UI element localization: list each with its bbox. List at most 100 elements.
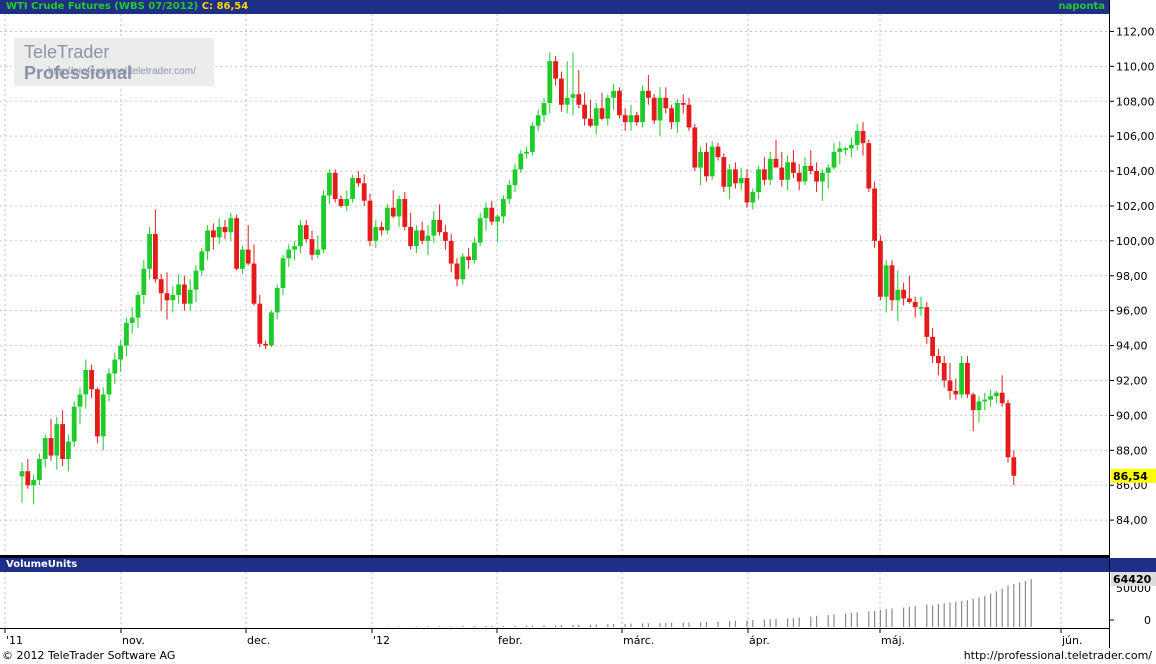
candle-body-149	[883, 265, 889, 297]
candle-body-167	[988, 396, 993, 400]
candle-body-12	[89, 370, 94, 390]
candle-body-88	[530, 125, 535, 152]
candle-body-92	[553, 61, 558, 79]
candle-body-154	[912, 301, 918, 308]
candle-body-128	[762, 169, 767, 180]
candle-body-59	[361, 183, 367, 201]
logo-brand: TeleTrader	[24, 42, 110, 62]
candle-body-135	[802, 165, 808, 182]
candle-body-136	[808, 165, 814, 172]
candle-body-101	[605, 97, 611, 119]
chart-title: WTI Crude Futures (WBS 07/2012) C: 86,54	[6, 1, 249, 12]
volume-tick-zero: 0	[1144, 614, 1151, 627]
x-tick-label-5: márc.	[623, 634, 654, 647]
candle-body-72	[437, 219, 442, 233]
candle-body-145	[860, 130, 866, 144]
candle-body-76	[460, 256, 466, 280]
y-axis: 84,00 86,00 88,00 90,00 92,00 94,00 96,00 98,00…	[1109, 0, 1156, 664]
candle-body-30	[193, 270, 199, 290]
y-tick-label-5: 94,00	[1116, 340, 1148, 353]
candle-body-147	[872, 188, 877, 241]
teletrader-logo: TeleTrader Professional http://professio…	[14, 38, 214, 86]
x-tick-label-0: '11	[6, 634, 23, 647]
interval-label[interactable]: naponta	[1058, 1, 1105, 12]
volume-title: VolumeUnits	[6, 559, 78, 570]
candle-body-32	[205, 230, 210, 252]
candle-body-138	[820, 172, 825, 182]
candle-body-144	[854, 130, 860, 145]
candle-body-54	[332, 172, 338, 199]
candle-body-99	[593, 108, 599, 126]
candle-body-150	[889, 265, 895, 301]
candle-body-129	[767, 158, 773, 180]
candle-body-0	[19, 471, 25, 477]
candle-body-157	[930, 336, 935, 357]
candle-body-83	[501, 198, 506, 217]
footer-url[interactable]: http://professional.teletrader.com/	[964, 649, 1152, 662]
candle-body-93	[559, 78, 564, 105]
candle-body-62	[379, 226, 384, 231]
candle-body-171	[1011, 457, 1017, 476]
candle-body-126	[750, 192, 756, 203]
candle-body-80	[483, 207, 489, 219]
candle-body-109	[651, 97, 657, 121]
x-tick-label-2: dec.	[247, 634, 270, 647]
candle-body-163	[965, 363, 970, 395]
candle-body-47	[292, 246, 297, 250]
candle-body-113	[675, 103, 680, 123]
candle-body-45	[280, 258, 286, 288]
candle-body-29	[187, 289, 193, 304]
candle-body-35	[222, 226, 228, 233]
candle-body-17	[118, 345, 123, 360]
candle-body-41	[257, 303, 263, 344]
candle-body-115	[686, 104, 692, 128]
candle-body-87	[524, 151, 529, 154]
candle-body-33	[211, 230, 216, 238]
candle-body-156	[924, 307, 930, 337]
x-axis-svg: '11 nov. dec. '12 febr. márc. ápr. máj. jún.	[4, 629, 1083, 647]
candle-body-165	[976, 401, 982, 411]
candle-body-162	[959, 363, 964, 395]
candle-body-118	[704, 151, 709, 177]
y-tick-label-14: 112,00	[1116, 25, 1155, 38]
candle-body-158	[936, 356, 941, 364]
volume-plot-area[interactable]	[0, 572, 1109, 628]
candle-body-155	[918, 307, 924, 309]
candle-body-114	[680, 103, 686, 105]
candle-body-117	[698, 151, 703, 168]
y-tick-label-6: 96,00	[1116, 305, 1148, 318]
close-label: C:	[201, 1, 214, 12]
candle-body-89	[535, 115, 541, 126]
candle-body-96	[576, 94, 582, 105]
candle-body-24	[158, 279, 164, 294]
candle-body-137	[814, 171, 819, 182]
candle-body-31	[199, 251, 205, 271]
candle-body-67	[408, 226, 413, 247]
y-tick-label-4: 92,00	[1116, 374, 1148, 387]
candle-body-143	[849, 144, 854, 149]
candle-body-53	[327, 172, 332, 196]
candle-body-107	[640, 90, 645, 123]
candle-body-57	[350, 178, 355, 199]
volume-header: VolumeUnits	[0, 558, 1109, 572]
x-tick-label-3: '12	[373, 634, 390, 647]
price-plot-area[interactable]: TeleTrader Professional http://professio…	[0, 14, 1109, 555]
candle-body-85	[512, 169, 518, 186]
candle-body-161	[953, 390, 959, 395]
candle-body-159	[941, 363, 947, 381]
candle-body-166	[982, 399, 988, 402]
candle-body-39	[245, 249, 251, 264]
candle-body-2	[31, 479, 36, 486]
candle-body-112	[669, 108, 674, 123]
candle-body-131	[779, 167, 785, 180]
candle-body-22	[147, 233, 152, 269]
y-tick-label-3: 90,00	[1116, 409, 1148, 422]
candle-body-18	[124, 322, 129, 346]
candle-body-98	[588, 118, 593, 126]
x-tick-label-4: febr.	[498, 634, 523, 647]
x-tick-label-1: nov.	[122, 634, 145, 647]
candle-body-77	[466, 256, 471, 261]
candle-body-9	[71, 406, 77, 442]
candle-body-55	[338, 198, 344, 206]
candle-body-8	[66, 441, 71, 460]
